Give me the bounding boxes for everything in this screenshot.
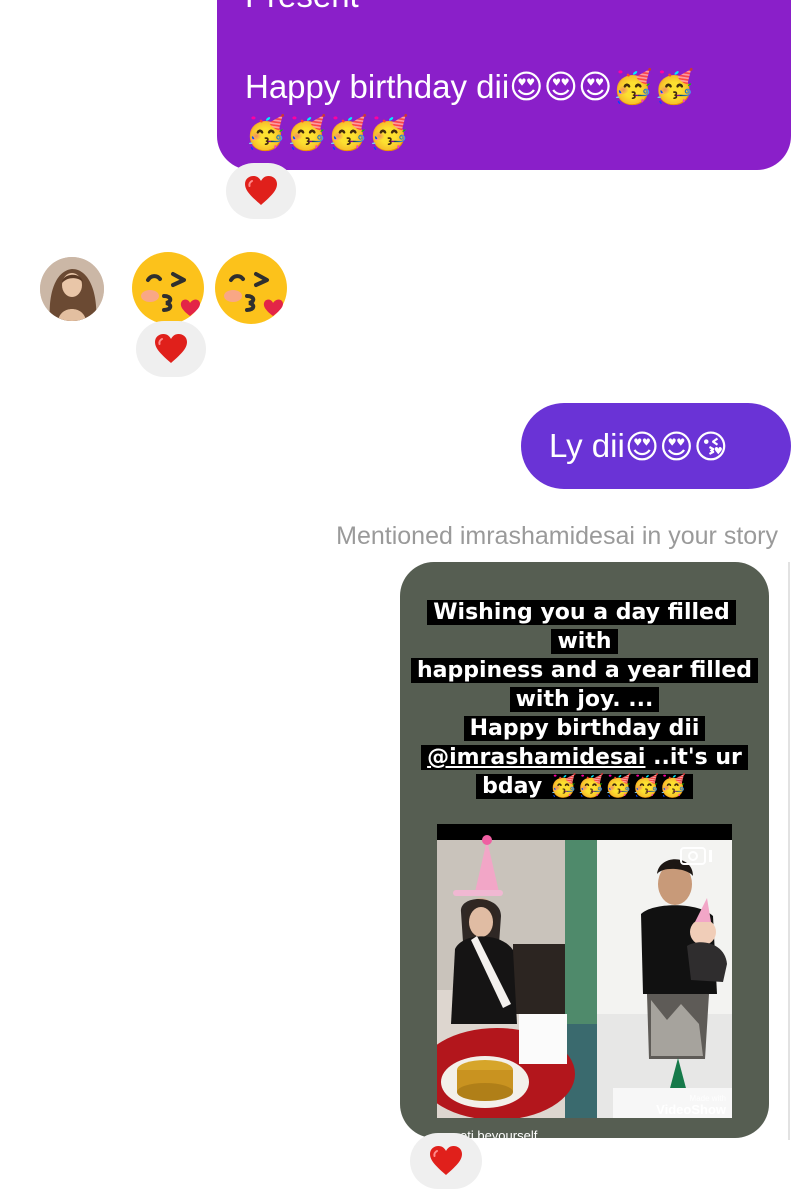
- emoji: 🥳: [286, 113, 328, 152]
- videoshow-watermark: Made with VideoShow: [656, 1094, 726, 1117]
- story-card[interactable]: Wishing you a day filled with happiness …: [400, 562, 769, 1138]
- emoji: 😍: [624, 426, 660, 466]
- story-line: with joy. ...: [509, 687, 660, 712]
- story-photo[interactable]: Made with VideoShow: [437, 824, 732, 1118]
- watermark-made-with: Made with: [689, 1094, 726, 1103]
- story-line-text: bday: [482, 774, 550, 799]
- emoji: 😘: [693, 426, 729, 466]
- heart-icon: [155, 334, 187, 363]
- heart-icon: [245, 176, 277, 205]
- message-text: Ly dii: [549, 427, 625, 464]
- story-line: @imrashamidesai ..it's ur: [421, 745, 748, 770]
- avatar-image: [40, 257, 104, 321]
- kiss-emoji: [130, 250, 208, 326]
- story-line: Happy birthday dii: [463, 716, 706, 741]
- story-text: Wishing you a day filled with happiness …: [400, 598, 769, 801]
- story-mention-caption: Mentioned imrashamidesai in your story: [336, 522, 778, 550]
- message-text-main: Happy birthday dii: [245, 68, 510, 105]
- emoji: 😍: [509, 67, 544, 106]
- heart-icon: [430, 1146, 462, 1175]
- emoji: 😍: [659, 426, 694, 466]
- heart-reaction[interactable]: [226, 163, 296, 219]
- contact-avatar[interactable]: [40, 257, 104, 321]
- story-line-rest: ..it's ur: [645, 745, 742, 770]
- story-footer-text: oti beyourself: [460, 1128, 538, 1138]
- scrollbar-track[interactable]: [788, 562, 790, 1140]
- watermark-brand: VideoShow: [656, 1102, 726, 1117]
- kiss-emoji: [213, 250, 291, 326]
- emoji: 😍: [577, 67, 613, 106]
- outgoing-message-birthday[interactable]: Present Happy birthday dii😍😍😍🥳🥳🥳🥳🥳🥳: [217, 0, 791, 170]
- emoji: 😍: [543, 67, 578, 106]
- story-mention-link[interactable]: @imrashamidesai: [427, 745, 645, 770]
- story-line: Wishing you a day filled with: [427, 600, 736, 654]
- emoji: 🥳: [327, 113, 369, 152]
- outgoing-message-ly[interactable]: Ly dii 😍 😍 😘: [521, 403, 791, 489]
- emoji: 🥳: [612, 67, 654, 106]
- message-text-partial: Present: [245, 0, 359, 16]
- heart-reaction[interactable]: [136, 321, 206, 377]
- birthday-photo-collage: [437, 824, 732, 1118]
- message-text: Happy birthday dii😍😍😍🥳🥳 🥳🥳🥳🥳: [245, 64, 775, 156]
- story-line: bday 🥳🥳🥳🥳🥳: [476, 774, 693, 799]
- emoji: 🥳: [368, 113, 410, 152]
- story-line: happiness and a year filled: [410, 658, 759, 683]
- story-emojis: 🥳🥳🥳🥳🥳: [549, 774, 687, 799]
- heart-reaction[interactable]: [410, 1133, 482, 1189]
- emoji: 🥳: [653, 67, 695, 106]
- emoji: 🥳: [245, 113, 287, 152]
